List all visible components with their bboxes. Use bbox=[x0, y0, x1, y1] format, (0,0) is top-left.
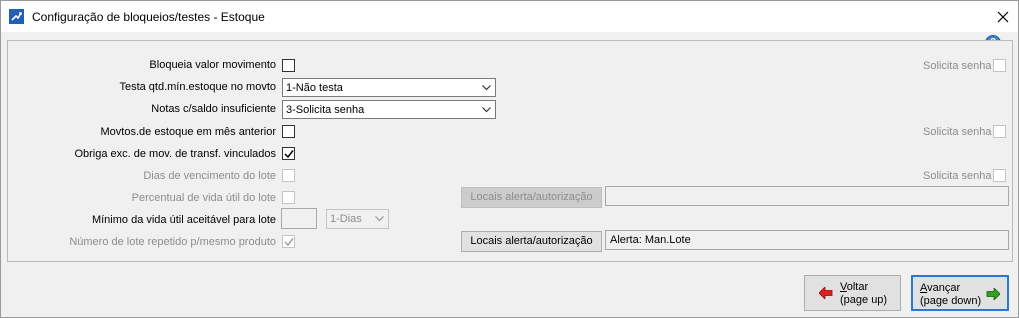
minimo-vida-util-label: Mínimo da vida útil aceitável para lote bbox=[91, 214, 276, 226]
solicita-senha-label-2: Solicita senha bbox=[923, 126, 992, 138]
obriga-exc-transf-checkbox[interactable] bbox=[282, 147, 295, 160]
avancar-label: Avançar (page down) bbox=[920, 282, 982, 307]
movtos-mes-anterior-label: Movtos.de estoque em mês anterior bbox=[100, 126, 276, 138]
locais-alerta-button-2[interactable]: Locais alerta/autorização bbox=[461, 231, 602, 252]
minimo-vida-util-unit-select[interactable]: 1-Dias bbox=[326, 209, 389, 229]
check-icon bbox=[284, 238, 294, 247]
numero-lote-repetido-checkbox[interactable] bbox=[282, 235, 295, 248]
title-bar: Configuração de bloqueios/testes - Estoq… bbox=[1, 1, 1018, 32]
solicita-senha-checkbox-1[interactable] bbox=[993, 59, 1006, 72]
chevron-down-icon bbox=[478, 101, 495, 118]
bloqueia-valor-movimento-label: Bloqueia valor movimento bbox=[149, 59, 276, 71]
notas-saldo-insuficiente-label: Notas c/saldo insuficiente bbox=[151, 103, 276, 115]
percentual-vida-util-checkbox[interactable] bbox=[282, 191, 295, 204]
chevron-down-icon bbox=[371, 210, 388, 227]
testa-qtd-min-value: 1-Não testa bbox=[286, 82, 343, 94]
arrow-right-icon bbox=[986, 287, 1001, 303]
dias-vencimento-lote-checkbox[interactable] bbox=[282, 169, 295, 182]
minimo-vida-util-input[interactable] bbox=[281, 208, 317, 229]
solicita-senha-checkbox-2[interactable] bbox=[993, 125, 1006, 138]
locais-alerta-field-2[interactable]: Alerta: Man.Lote bbox=[605, 230, 1009, 250]
close-button[interactable] bbox=[988, 1, 1018, 32]
solicita-senha-label-1: Solicita senha bbox=[923, 60, 992, 72]
close-icon bbox=[997, 11, 1009, 22]
movtos-mes-anterior-checkbox[interactable] bbox=[282, 125, 295, 138]
window-title: Configuração de bloqueios/testes - Estoq… bbox=[32, 10, 265, 24]
notas-saldo-insuficiente-select[interactable]: 3-Solicita senha bbox=[282, 100, 496, 119]
avancar-button[interactable]: Avançar (page down) bbox=[911, 275, 1009, 311]
check-icon bbox=[284, 150, 294, 159]
app-icon bbox=[9, 9, 24, 24]
minimo-vida-util-unit-value: 1-Dias bbox=[330, 213, 362, 225]
arrow-left-icon bbox=[818, 286, 833, 302]
obriga-exc-transf-label: Obriga exc. de mov. de transf. vinculado… bbox=[74, 148, 276, 160]
bloqueia-valor-movimento-checkbox[interactable] bbox=[282, 59, 295, 72]
testa-qtd-min-select[interactable]: 1-Não testa bbox=[282, 78, 496, 97]
locais-alerta-button-1[interactable]: Locais alerta/autorização bbox=[461, 187, 602, 208]
locais-alerta-field-1[interactable] bbox=[605, 186, 1009, 206]
solicita-senha-label-3: Solicita senha bbox=[923, 170, 992, 182]
numero-lote-repetido-label: Número de lote repetido p/mesmo produto bbox=[69, 236, 276, 248]
dias-vencimento-lote-label: Dias de vencimento do lote bbox=[143, 170, 276, 182]
notas-saldo-insuficiente-value: 3-Solicita senha bbox=[286, 104, 365, 116]
locais-alerta-field-2-value: Alerta: Man.Lote bbox=[610, 234, 691, 246]
voltar-button[interactable]: Voltar (page up) bbox=[804, 275, 901, 311]
dialog-window: Configuração de bloqueios/testes - Estoq… bbox=[0, 0, 1019, 318]
solicita-senha-checkbox-3[interactable] bbox=[993, 169, 1006, 182]
voltar-label: Voltar (page up) bbox=[840, 281, 888, 306]
testa-qtd-min-label: Testa qtd.mín.estoque no movto bbox=[119, 81, 276, 93]
percentual-vida-util-label: Percentual de vida útil do lote bbox=[131, 192, 276, 204]
chevron-down-icon bbox=[478, 79, 495, 96]
